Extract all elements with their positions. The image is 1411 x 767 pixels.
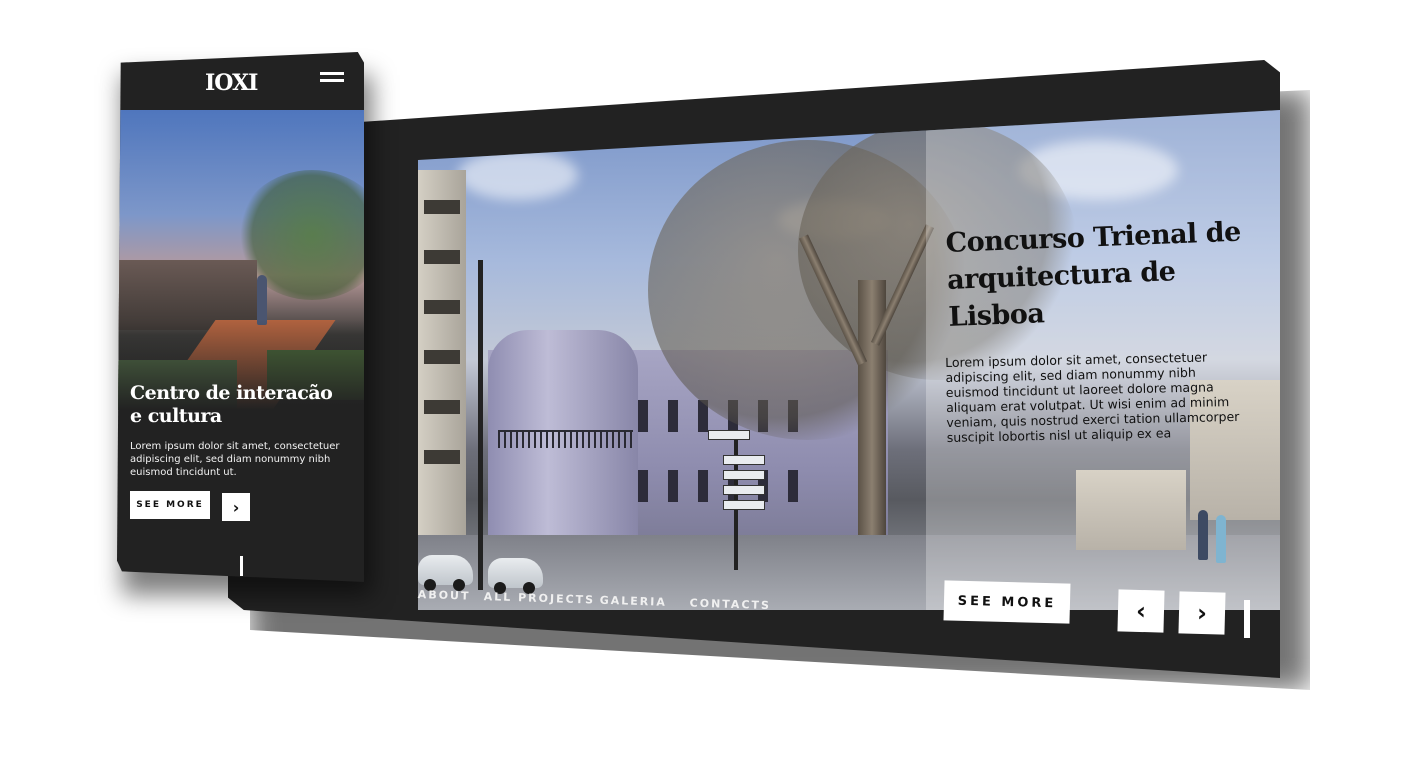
mobile-see-more-button[interactable]: SEE MORE bbox=[130, 491, 210, 519]
nav-all-projects[interactable]: ALL PROJECTS bbox=[484, 590, 596, 606]
mobile-hero-title: Centro de interacão e cultura bbox=[130, 382, 333, 427]
logo[interactable]: IOXI bbox=[205, 70, 258, 96]
nav-galeria[interactable]: GALERIA bbox=[600, 594, 668, 609]
desktop-prev-button[interactable]: ‹ bbox=[1117, 589, 1165, 633]
mobile-hero-text: Lorem ipsum dolor sit amet, consectetuer… bbox=[130, 441, 340, 478]
desktop-next-button[interactable]: › bbox=[1178, 591, 1226, 635]
mobile-hero-image bbox=[117, 110, 364, 410]
nav-about[interactable]: ABOUT bbox=[418, 588, 471, 603]
nav-contacts[interactable]: CONTACTS bbox=[689, 597, 771, 613]
mobile-screen: IOXI Centro de interacão e cultura Lorem… bbox=[117, 52, 364, 582]
desktop-hero-text: Lorem ipsum dolor sit amet, consectetuer… bbox=[945, 349, 1240, 445]
chevron-right-icon: › bbox=[1196, 598, 1208, 628]
desktop-see-more-button[interactable]: SEE MORE bbox=[943, 580, 1071, 624]
hamburger-icon[interactable] bbox=[320, 72, 344, 84]
mobile-next-button[interactable]: › bbox=[222, 493, 250, 521]
mobile-slide-indicator bbox=[240, 556, 243, 576]
desktop-screen: Concurso Trienal de arquitectura de Lisb… bbox=[228, 60, 1280, 678]
desktop-hero-title: Concurso Trienal de arquitectura de Lisb… bbox=[945, 216, 1242, 333]
desktop-slide-indicator bbox=[1244, 600, 1250, 638]
chevron-right-icon: › bbox=[232, 497, 240, 517]
chevron-left-icon: ‹ bbox=[1135, 596, 1147, 626]
